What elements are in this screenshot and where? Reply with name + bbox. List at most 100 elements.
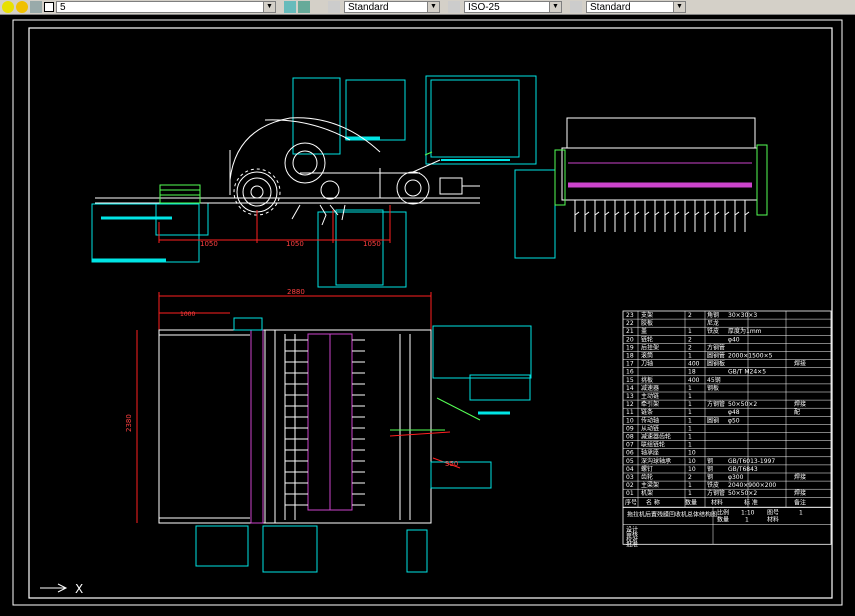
bom-cell-material: 尼龙	[707, 319, 719, 327]
bom-cell-name: 联组链轮	[641, 441, 665, 449]
bom-header-name: 名 称	[646, 498, 660, 506]
dimension-label: 2380	[125, 414, 133, 432]
tine-tip	[574, 211, 580, 216]
dim-style-select[interactable]: ISO-25 ▼	[464, 1, 562, 13]
tine-tip	[624, 211, 630, 216]
bom-cell-name: 齿轮	[641, 473, 653, 481]
bom-header-note: 备注	[794, 498, 806, 506]
drawing-canvas[interactable]: 1050 1050 1050 1000 2880 2380 350 X 23 支…	[0, 15, 855, 612]
bom-cell-qty: 1	[688, 385, 692, 392]
bom-cell-qty: 1	[688, 417, 692, 424]
bom-cell-qty: 1	[688, 328, 692, 335]
bom-header-material: 材料	[711, 498, 723, 506]
bom-cell-name: 减速器	[641, 384, 659, 392]
bom-cell-name: 主梁架	[641, 481, 659, 489]
bom-cell-no: 22	[626, 320, 634, 327]
bom-cell-note: 焊接	[794, 489, 806, 497]
layer-value: 5	[60, 1, 66, 13]
bom-cell-no: 06	[626, 450, 634, 457]
table-style-icon[interactable]	[570, 1, 582, 13]
bom-cell-no: 11	[626, 409, 634, 416]
bom-cell-no: 21	[626, 328, 634, 335]
sun-icon[interactable]	[16, 1, 28, 13]
bom-cell-standard: GB/T6843	[728, 466, 758, 473]
ucs-axis-label: X	[75, 582, 83, 596]
ucs-icon	[40, 583, 68, 593]
bom-cell-name: 滚筒	[641, 352, 653, 360]
layer-select[interactable]: 5 ▼	[56, 1, 276, 13]
bom-cell-name: 深沟球轴承	[641, 457, 671, 465]
chevron-down-icon[interactable]: ▼	[673, 2, 685, 12]
tine-tip	[654, 211, 660, 216]
bom-cell-name: 牵引架	[641, 400, 659, 408]
bom-cell-standard: GB/T6013-1997	[728, 458, 775, 465]
bom-cell-name: 刀轴	[641, 360, 653, 368]
tine-tip	[584, 211, 590, 216]
layer-states-icon[interactable]	[298, 1, 310, 13]
drawing-title: 拖拉机后置残膜回收机总体结构图	[627, 510, 717, 518]
bom-cell-no: 02	[626, 482, 634, 489]
tine-tip	[644, 211, 650, 216]
bom-cell-no: 04	[626, 466, 634, 473]
table-style-value: Standard	[590, 1, 631, 13]
color-swatch-icon[interactable]	[44, 2, 54, 12]
bom-cell-qty: 1	[688, 401, 692, 408]
bom-cell-qty: 10	[688, 450, 696, 457]
dimension-label: 2880	[287, 288, 305, 296]
tine-tip	[684, 211, 690, 216]
tb-ratio-label: 比例	[717, 508, 729, 516]
text-style-value: Standard	[348, 1, 389, 13]
tine-tip	[734, 211, 740, 216]
bom-cell-material: 铁皮	[707, 327, 719, 335]
bom-cell-name: 从动链	[641, 424, 659, 432]
bom-cell-material: 圆钢板	[707, 360, 725, 368]
bom-cell-name: 减速器齿轮	[641, 433, 671, 441]
bom-cell-name: 链条	[641, 408, 653, 416]
bom-cell-qty: 1	[688, 425, 692, 432]
bom-cell-no: 19	[626, 344, 634, 351]
bom-cell-name: 挑板	[641, 376, 653, 384]
bom-cell-no: 09	[626, 425, 634, 432]
chevron-down-icon[interactable]: ▼	[427, 2, 439, 12]
bom-cell-standard: 50×50×2	[728, 401, 757, 408]
layer-lock-icon[interactable]	[30, 1, 42, 13]
bom-cell-no: 12	[626, 401, 634, 408]
chevron-down-icon[interactable]: ▼	[549, 2, 561, 12]
bom-cell-qty: 1	[688, 434, 692, 441]
dimension-label: 1050	[200, 240, 218, 248]
bom-cell-material: 圆钢	[707, 416, 719, 424]
bom-cell-standard: 厚度为1mm	[728, 327, 762, 335]
bom-cell-name: 主动链	[641, 392, 659, 400]
bom-cell-note: 焊接	[794, 473, 806, 481]
bom-cell-qty: 2	[688, 312, 692, 319]
text-style-select[interactable]: Standard ▼	[344, 1, 440, 13]
bom-cell-material: 角钢	[707, 311, 719, 319]
bom-cell-note: 配	[794, 409, 800, 416]
bom-cell-name: 胶板	[641, 319, 653, 327]
dim-style-value: ISO-25	[468, 1, 500, 13]
bom-cell-no: 05	[626, 458, 634, 465]
text-style-icon[interactable]	[328, 1, 340, 13]
bom-cell-name: 支架	[641, 311, 653, 319]
tb-count: 1	[745, 516, 749, 523]
dimension-label: 350	[445, 460, 458, 468]
tine-tip	[614, 211, 620, 216]
bom-cell-note: 焊接	[794, 400, 806, 408]
bom-cell-qty: 1	[688, 442, 692, 449]
tb-role: 批准	[626, 540, 638, 548]
table-style-select[interactable]: Standard ▼	[586, 1, 686, 13]
bom-cell-qty: 1	[688, 393, 692, 400]
bom-header-no: 序号	[625, 498, 637, 506]
dim-style-icon[interactable]	[448, 1, 460, 13]
dimension-label: 1050	[286, 240, 304, 248]
bom-cell-material: 钢	[707, 465, 713, 473]
bom-cell-standard: 50×50×2	[728, 490, 757, 497]
bom-cell-qty: 2	[688, 474, 692, 481]
bom-cell-no: 23	[626, 312, 634, 319]
bom-cell-no: 08	[626, 434, 634, 441]
bom-cell-material: 钢板	[707, 384, 719, 392]
bom-cell-no: 17	[626, 361, 634, 368]
chevron-down-icon[interactable]: ▼	[263, 2, 275, 12]
layer-previous-icon[interactable]	[284, 1, 296, 13]
lightbulb-icon[interactable]	[2, 1, 14, 13]
